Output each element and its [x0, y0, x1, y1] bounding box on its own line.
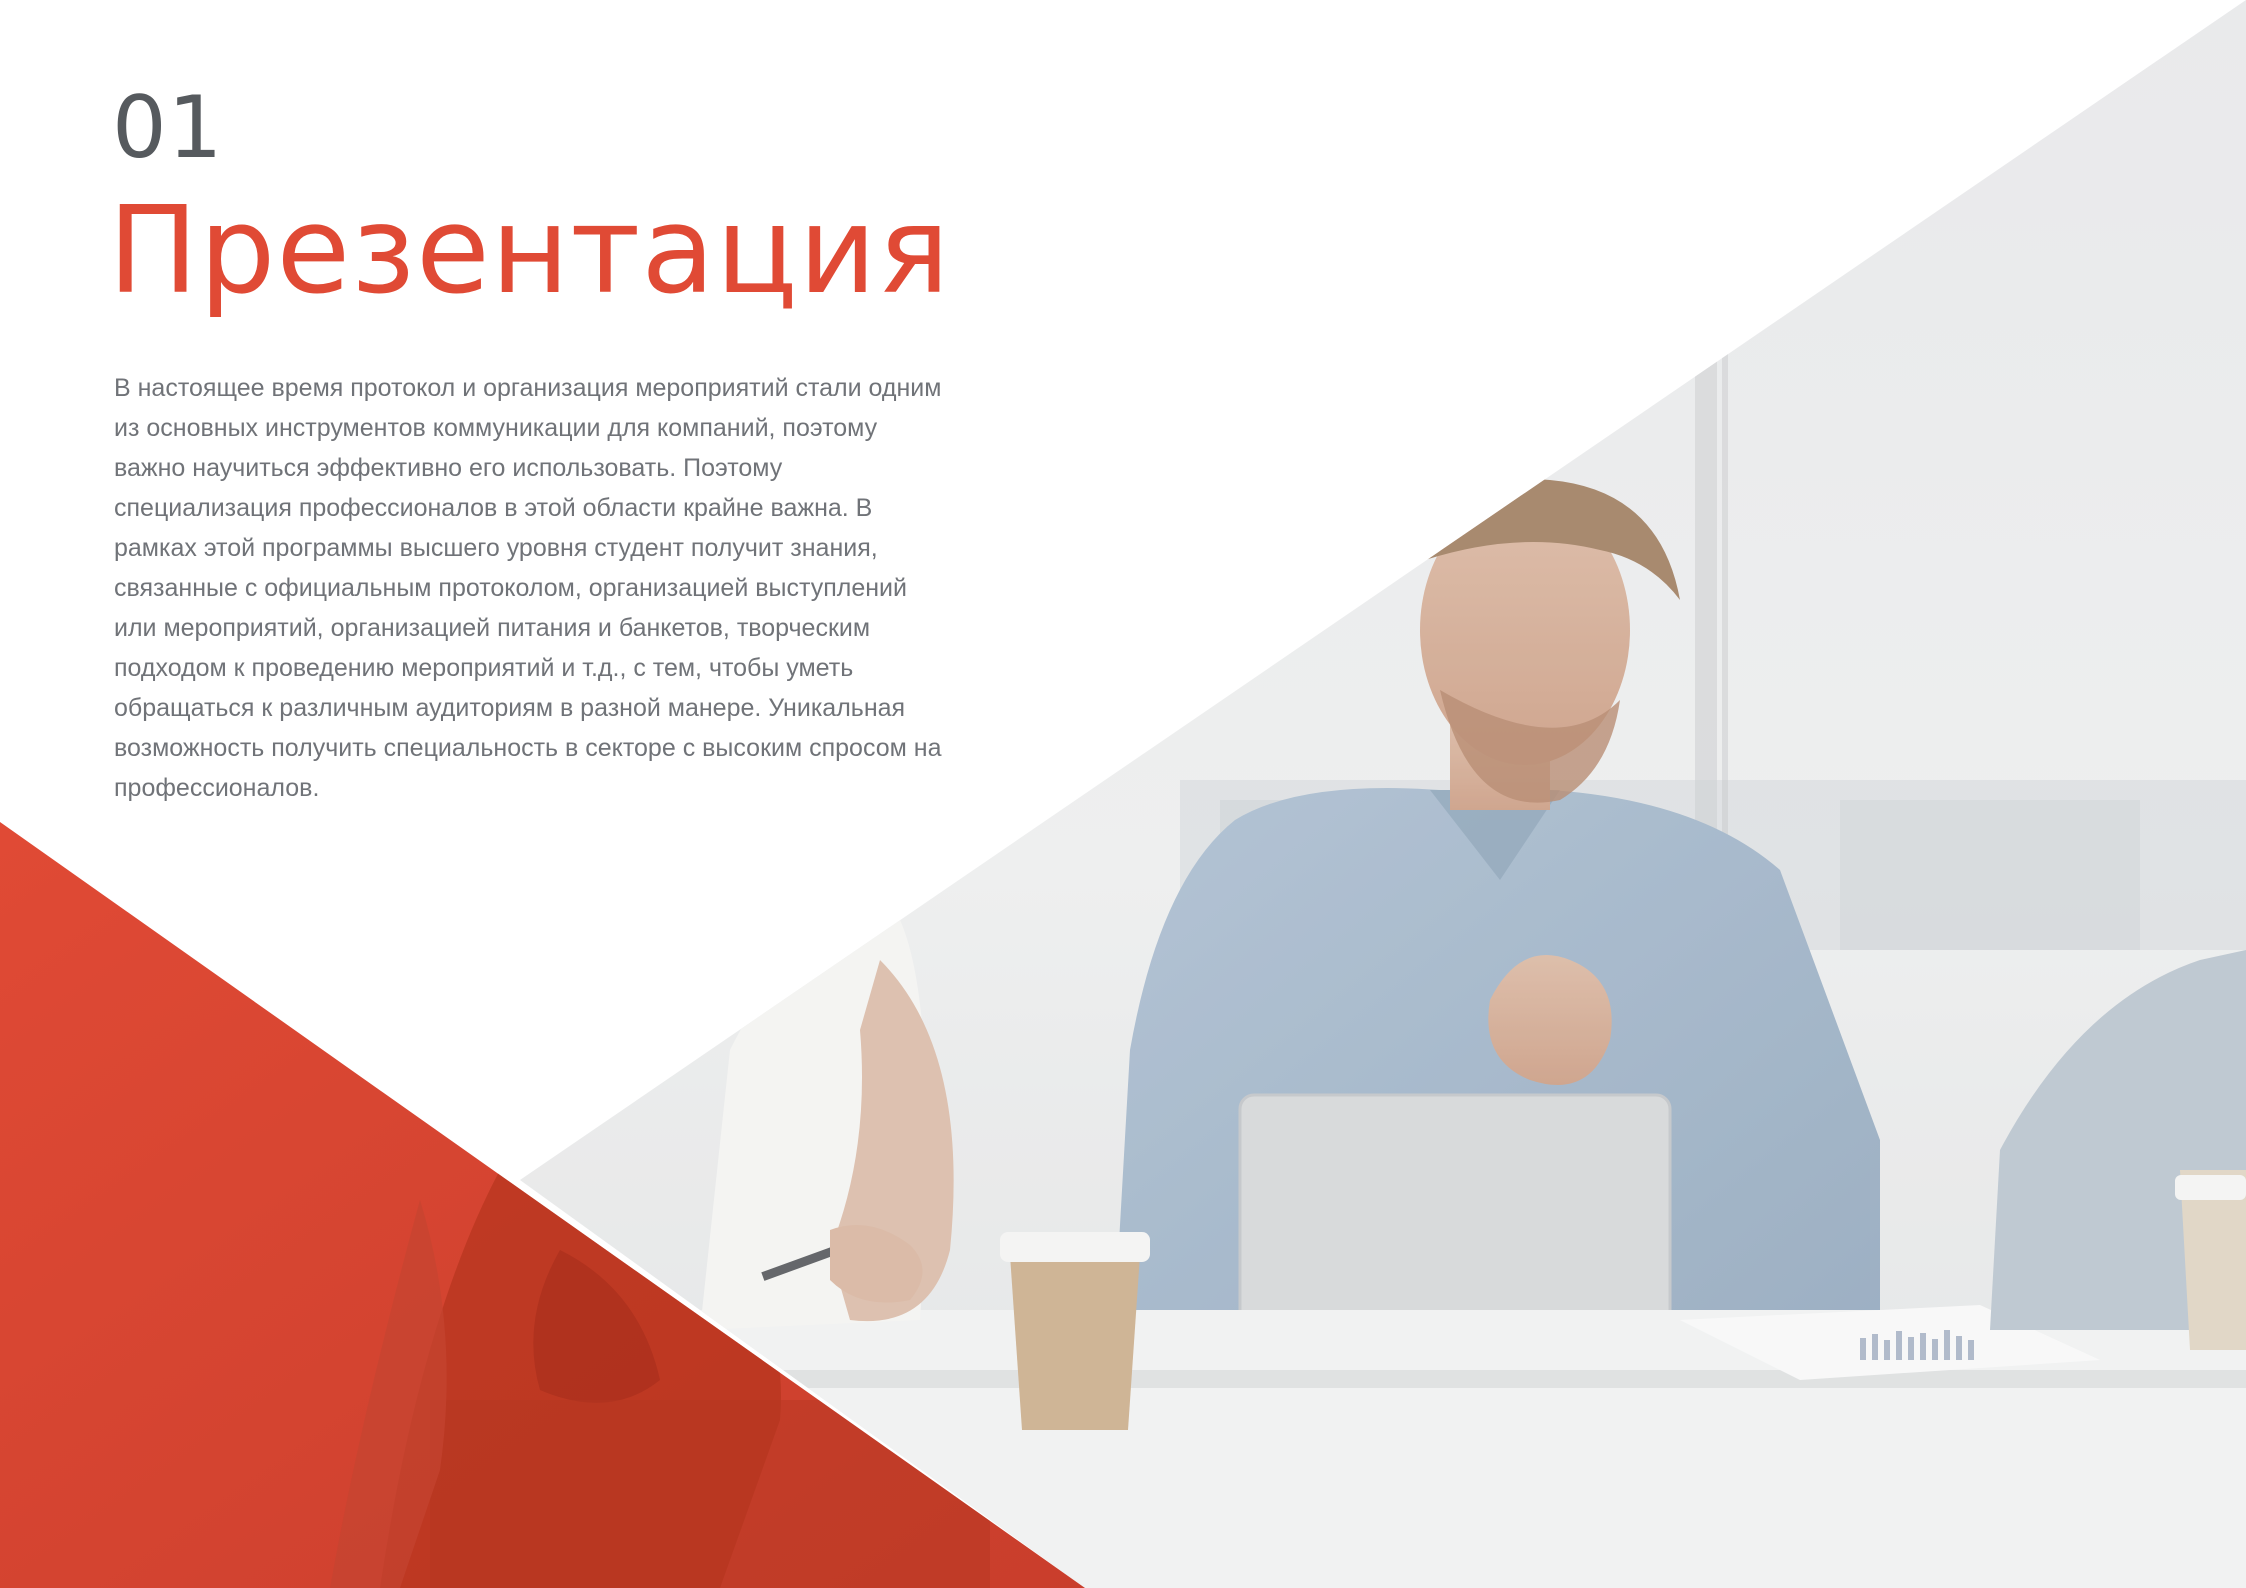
- intro-paragraph: В настоящее время протокол и организация…: [114, 374, 942, 802]
- brochure-page: 01 Презентация В настоящее время протоко…: [0, 0, 2246, 1588]
- chapter-number: 01: [112, 78, 224, 178]
- chapter-title: Презентация: [108, 182, 951, 321]
